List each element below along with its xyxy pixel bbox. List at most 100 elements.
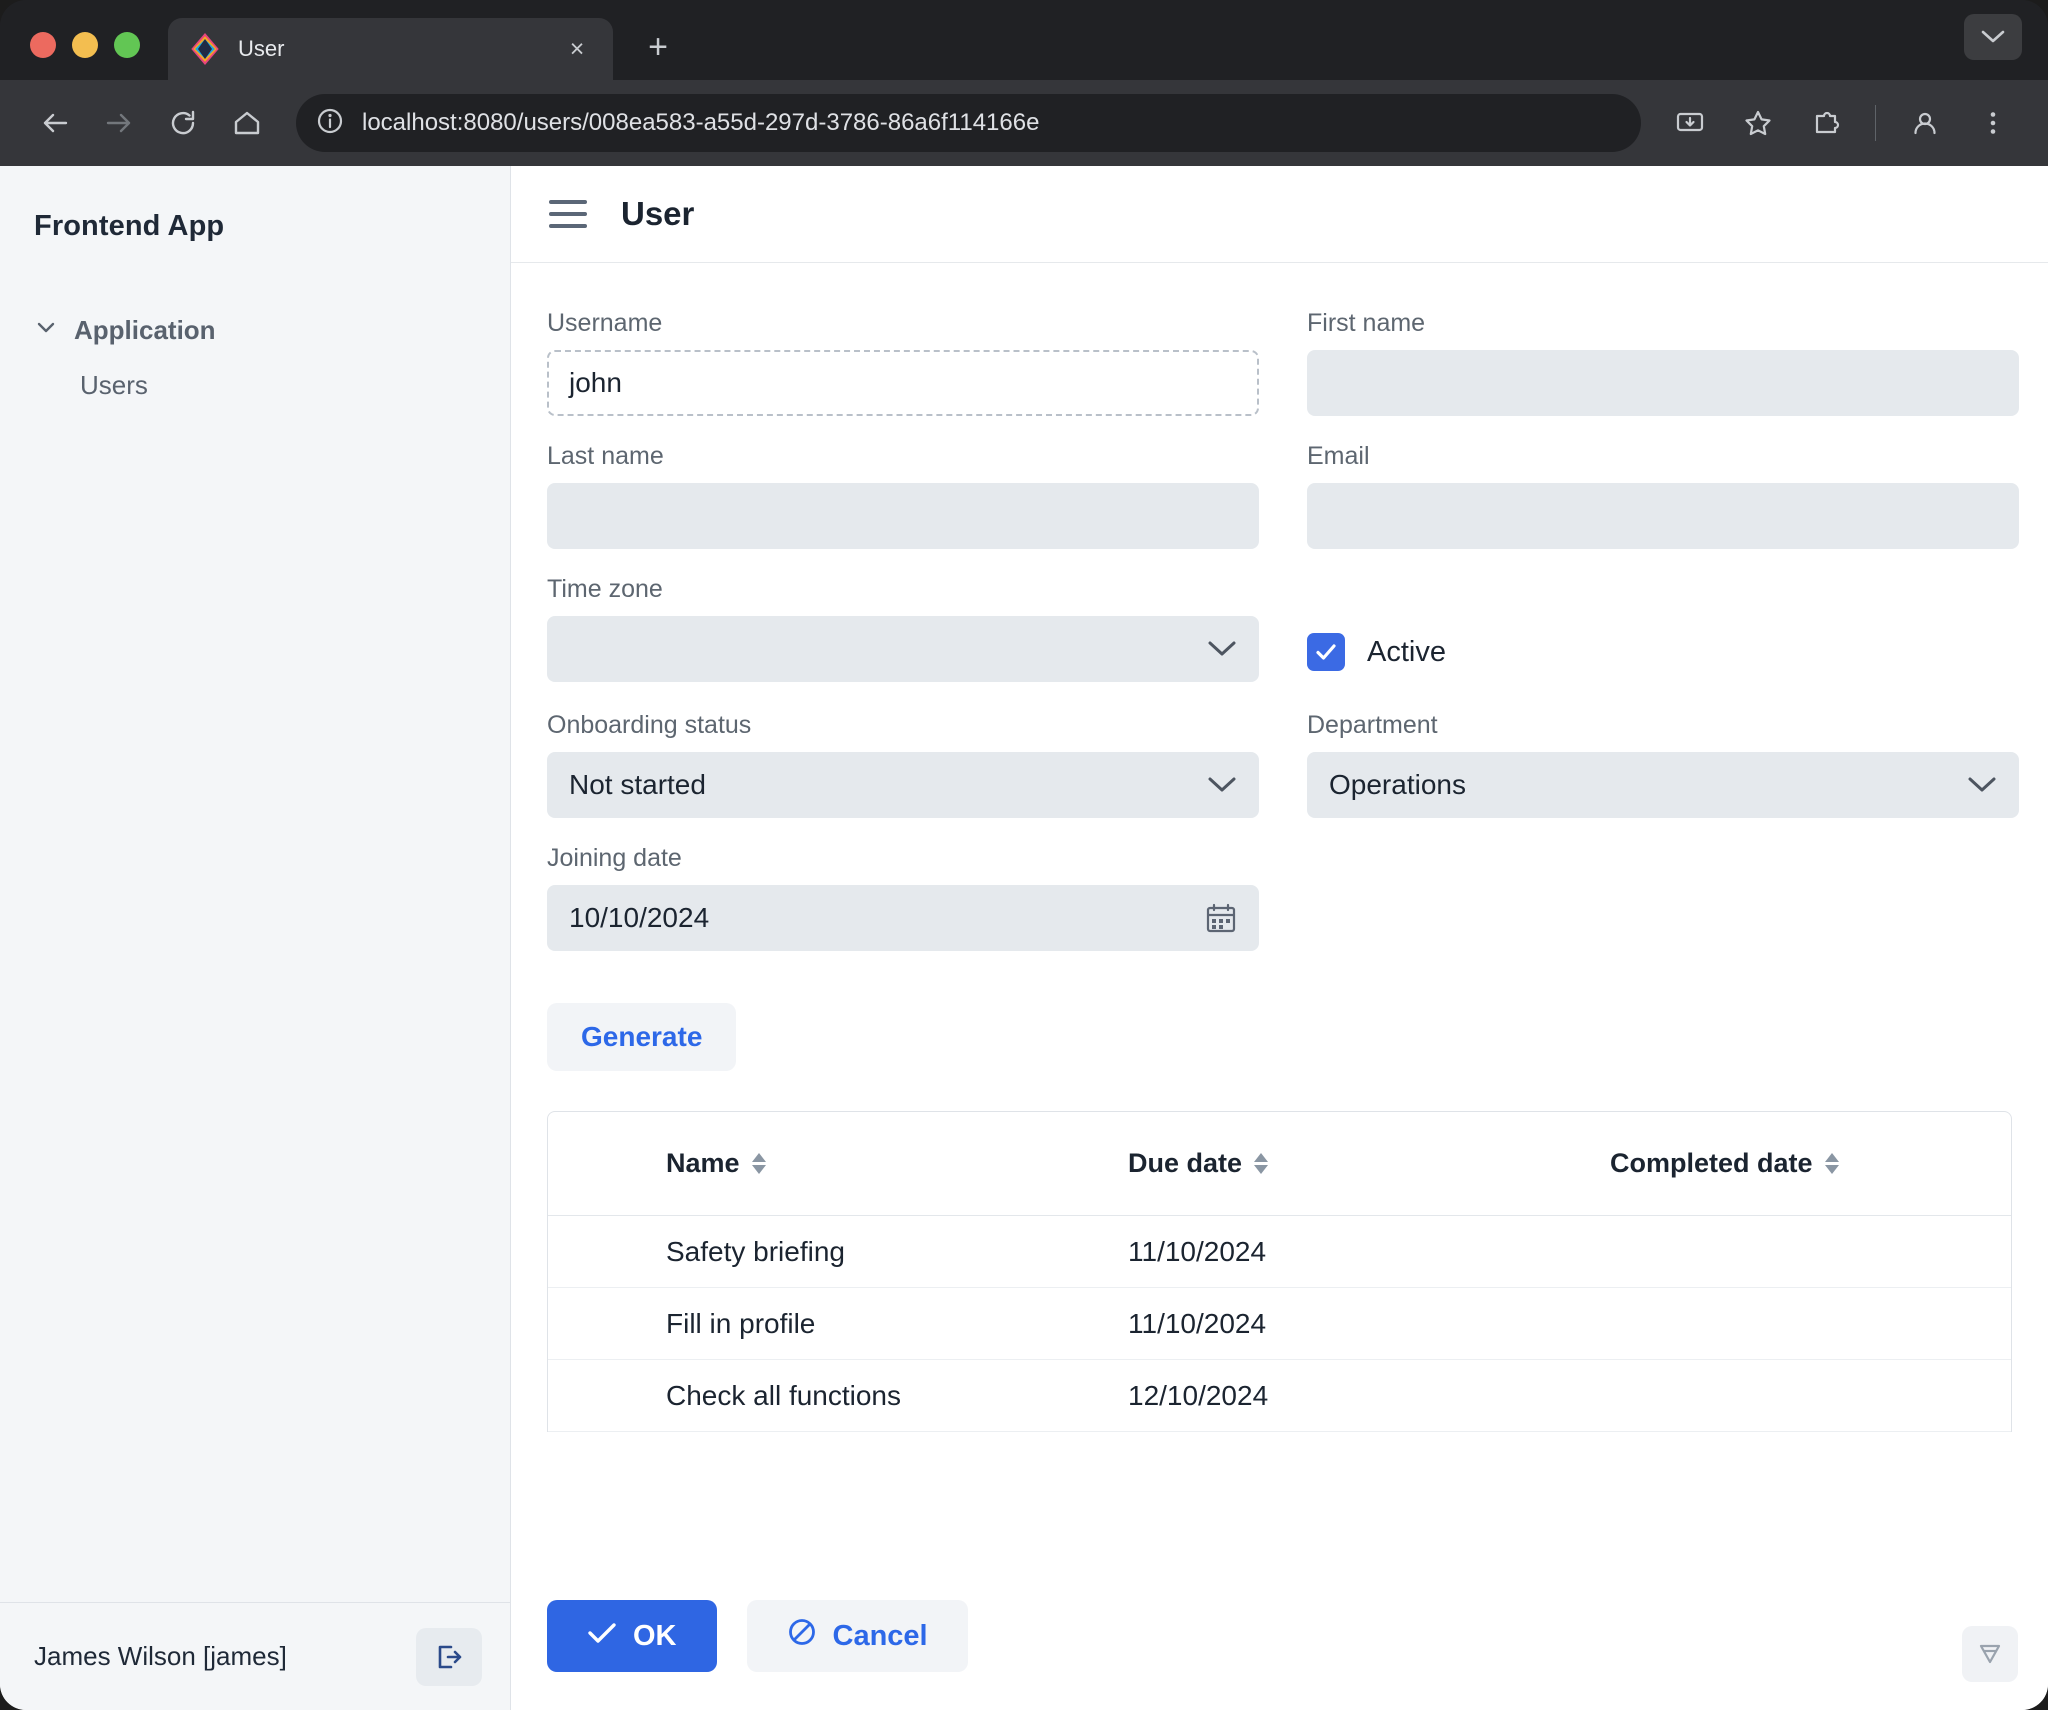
sort-icon[interactable] (1824, 1153, 1839, 1174)
column-header-name-label: Name (666, 1148, 740, 1178)
active-label: Active (1367, 635, 1446, 668)
table-row[interactable]: Safety briefing 11/10/2024 (548, 1216, 2011, 1288)
column-header-name[interactable]: Name (666, 1148, 1128, 1179)
diamond-logo-icon (190, 33, 220, 65)
new-tab-button[interactable]: + (637, 26, 679, 68)
field-joining-date: Joining date 10/10/2024 (547, 844, 1259, 951)
extensions-icon[interactable] (1797, 94, 1855, 152)
onboarding-status-label: Onboarding status (547, 711, 752, 739)
user-form: Username john First name Last name Email (511, 263, 2048, 1580)
onboarding-tasks-table: Name Due date Completed date Safety brie… (547, 1111, 2012, 1432)
browser-toolbar: localhost:8080/users/008ea583-a55d-297d-… (0, 80, 2048, 166)
form-actions: OK Cancel (511, 1580, 2048, 1710)
email-label: Email (1307, 442, 1370, 470)
column-header-completed-date-label: Completed date (1610, 1148, 1813, 1178)
first-name-input[interactable] (1307, 350, 2019, 416)
more-menu-icon[interactable] (1964, 94, 2022, 152)
ban-icon (787, 1617, 817, 1655)
ok-button[interactable]: OK (547, 1600, 717, 1672)
toolbar-right-icons (1661, 94, 2022, 152)
chevron-down-icon (1207, 640, 1237, 658)
field-active: Active (1307, 575, 2019, 685)
field-department: Department Operations (1307, 711, 2019, 818)
cell-name: Safety briefing (666, 1235, 845, 1267)
ok-button-label: OK (633, 1619, 677, 1652)
profile-icon[interactable] (1896, 94, 1954, 152)
table-header-row: Name Due date Completed date (548, 1112, 2011, 1216)
bookmark-star-icon[interactable] (1729, 94, 1787, 152)
column-header-due-date[interactable]: Due date (1128, 1148, 1610, 1179)
cell-name: Check all functions (666, 1379, 902, 1411)
forward-icon[interactable] (90, 94, 148, 152)
sidebar-item-users[interactable]: Users (0, 356, 510, 415)
department-select[interactable]: Operations (1307, 752, 2019, 818)
email-input[interactable] (1307, 483, 2019, 549)
active-checkbox-row[interactable]: Active (1307, 619, 2019, 685)
install-icon[interactable] (1661, 94, 1719, 152)
home-icon[interactable] (218, 94, 276, 152)
joining-date-input[interactable]: 10/10/2024 (547, 885, 1259, 951)
generate-button[interactable]: Generate (547, 1003, 737, 1071)
sort-icon[interactable] (1254, 1153, 1269, 1174)
tab-title: User (238, 36, 285, 61)
close-window-button[interactable] (30, 32, 56, 58)
browser-tab[interactable]: User × (168, 18, 613, 80)
address-bar[interactable]: localhost:8080/users/008ea583-a55d-297d-… (296, 94, 1641, 152)
back-icon[interactable] (26, 94, 84, 152)
page-content: Frontend App Application Users James Wil… (0, 166, 2048, 1710)
chevron-down-icon (1967, 776, 1997, 794)
window-controls (30, 32, 140, 80)
cancel-button-label: Cancel (832, 1619, 928, 1652)
chevron-down-icon (1207, 776, 1237, 794)
spacer-cell (1307, 844, 2019, 977)
logout-icon[interactable] (416, 1627, 482, 1686)
site-info-icon[interactable] (316, 107, 344, 140)
joining-date-value: 10/10/2024 (569, 902, 710, 933)
watermark-icon (1962, 1626, 2018, 1682)
hamburger-icon[interactable] (549, 200, 587, 228)
calendar-icon[interactable] (1205, 902, 1237, 934)
sidebar-group-application[interactable]: Application (0, 305, 510, 356)
field-first-name: First name (1307, 309, 2019, 416)
username-input[interactable]: john (547, 350, 1259, 416)
table-row[interactable]: Fill in profile 11/10/2024 (548, 1288, 2011, 1360)
column-header-completed-date[interactable]: Completed date (1610, 1148, 2011, 1179)
first-name-label: First name (1307, 309, 1426, 337)
tab-list-chevron-down-icon[interactable] (1964, 14, 2022, 60)
field-onboarding-status: Onboarding status Not started (547, 711, 1259, 818)
cancel-button[interactable]: Cancel (746, 1600, 968, 1672)
browser-window: User × + localhost:8080/users/008ea583-a… (0, 0, 2048, 1710)
onboarding-status-select[interactable]: Not started (547, 752, 1259, 818)
sidebar-nav: Application Users (0, 305, 510, 1602)
sidebar-footer: James Wilson [james] (0, 1602, 510, 1710)
column-header-due-date-label: Due date (1128, 1148, 1243, 1178)
main-header: User (511, 166, 2048, 263)
reload-icon[interactable] (154, 94, 212, 152)
cell-due-date: 11/10/2024 (1128, 1307, 1267, 1339)
department-label: Department (1307, 711, 1438, 739)
close-tab-button[interactable]: × (561, 33, 593, 65)
active-checkbox[interactable] (1307, 633, 1345, 671)
app-brand-title: Frontend App (34, 210, 225, 242)
maximize-window-button[interactable] (114, 32, 140, 58)
cell-name: Fill in profile (666, 1307, 816, 1339)
cell-due-date: 12/10/2024 (1128, 1379, 1269, 1411)
table-row[interactable]: Check all functions 12/10/2024 (548, 1360, 2011, 1432)
sort-icon[interactable] (751, 1153, 766, 1174)
toolbar-divider (1875, 105, 1876, 141)
onboarding-status-value: Not started (569, 769, 706, 800)
minimize-window-button[interactable] (72, 32, 98, 58)
field-username: Username john (547, 309, 1259, 416)
chevron-down-icon (34, 315, 58, 346)
time-zone-label: Time zone (547, 575, 663, 603)
last-name-input[interactable] (547, 483, 1259, 549)
url-text: localhost:8080/users/008ea583-a55d-297d-… (362, 109, 1040, 136)
sidebar-group-label: Application (74, 315, 216, 345)
check-icon (587, 1620, 617, 1653)
time-zone-select[interactable] (547, 616, 1259, 682)
last-name-label: Last name (547, 442, 664, 470)
main-panel: User Username john First name Last name … (511, 166, 2048, 1710)
department-value: Operations (1329, 769, 1466, 800)
current-user-label: James Wilson [james] (34, 1641, 287, 1671)
sidebar: Frontend App Application Users James Wil… (0, 166, 511, 1710)
